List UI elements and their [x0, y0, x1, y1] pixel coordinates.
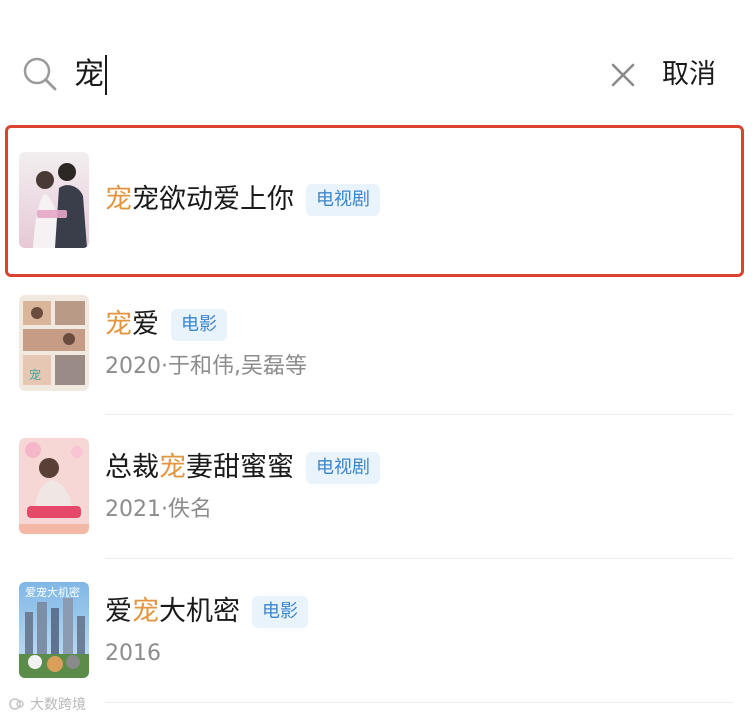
watermark-logo-icon — [9, 698, 24, 710]
search-query-text: 宠 — [74, 57, 104, 92]
search-icon — [23, 57, 57, 91]
result-title: 宠宠欲动爱上你 — [105, 184, 294, 215]
result-item[interactable]: 总裁宠妻甜蜜蜜 电视剧 2021·佚名 — [0, 426, 752, 556]
result-meta: 2016 — [105, 641, 161, 666]
divider — [105, 558, 733, 559]
category-badge: 电影 — [171, 309, 227, 341]
category-badge: 电视剧 — [306, 452, 380, 484]
divider — [105, 702, 733, 703]
result-item[interactable]: 爱宠大机密 爱宠大机密 电影 2016 — [0, 570, 752, 694]
svg-text:爱宠大机密: 爱宠大机密 — [25, 585, 80, 599]
result-title: 总裁宠妻甜蜜蜜 — [105, 452, 294, 483]
result-title: 爱宠大机密 — [105, 596, 240, 627]
poster-image — [19, 438, 89, 534]
cancel-button[interactable]: 取消 — [662, 56, 716, 94]
result-item[interactable]: 宠宠欲动爱上你 电视剧 — [0, 140, 752, 264]
search-input[interactable]: 宠 — [74, 53, 107, 97]
search-bar: 宠 取消 — [0, 0, 752, 120]
watermark: 大数跨境 — [8, 694, 86, 714]
watermark-text: 大数跨境 — [30, 697, 86, 713]
poster-image — [19, 152, 89, 248]
clear-icon[interactable] — [610, 62, 636, 88]
poster-image: 宠 — [19, 295, 89, 391]
text-caret — [105, 55, 107, 95]
divider — [105, 414, 733, 415]
category-badge: 电影 — [252, 596, 308, 628]
category-badge: 电视剧 — [306, 184, 380, 216]
result-title: 宠爱 — [105, 309, 159, 340]
result-meta: 2020·于和伟,吴磊等 — [105, 354, 307, 379]
result-item[interactable]: 宠 宠爱 电影 2020·于和伟,吴磊等 — [0, 283, 752, 413]
result-meta: 2021·佚名 — [105, 497, 212, 522]
poster-image: 爱宠大机密 — [19, 582, 89, 678]
svg-text:宠: 宠 — [29, 367, 41, 382]
